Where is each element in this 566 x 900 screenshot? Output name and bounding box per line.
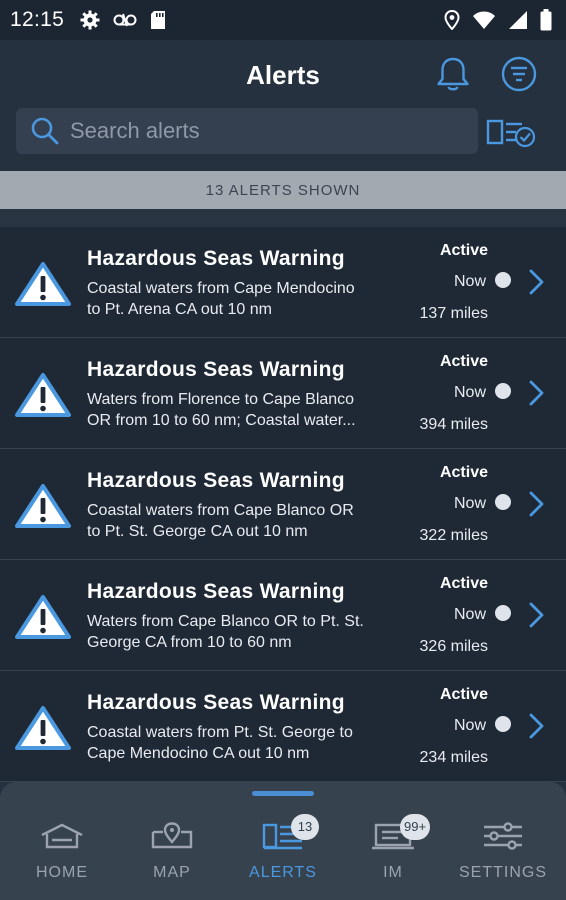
warning-triangle-icon	[15, 484, 71, 528]
chevron-right-icon	[529, 380, 544, 406]
alert-time: Now	[453, 384, 486, 401]
alert-description: Coastal waters from Cape Blanco OR to Pt.…	[87, 500, 407, 542]
alert-time: Now	[453, 606, 486, 623]
alert-distance: 137 miles	[419, 305, 488, 322]
warning-triangle-icon	[15, 262, 71, 306]
nav-label-im: IM	[383, 864, 403, 881]
signal-icon	[509, 11, 527, 29]
home-icon	[41, 823, 83, 849]
alert-row[interactable]: Hazardous Seas Warning Waters from Floren…	[0, 338, 566, 449]
alert-list: Hazardous Seas Warning Coastal waters fro…	[0, 227, 566, 782]
bell-icon	[437, 57, 469, 91]
location-icon	[444, 10, 460, 30]
battery-icon	[540, 9, 552, 31]
chevron-right-icon	[529, 713, 544, 739]
nav-tab-im[interactable]: 99+ IM	[338, 814, 448, 892]
im-badge: 99+	[400, 814, 431, 840]
nav-tab-settings[interactable]: SETTINGS	[448, 822, 558, 892]
notifications-button[interactable]	[433, 54, 473, 94]
warning-triangle-icon	[15, 595, 71, 639]
chevron-right-icon	[529, 602, 544, 628]
alert-description: Waters from Cape Blanco OR to Pt. St. Geo…	[87, 611, 407, 653]
sd-card-icon	[151, 11, 166, 29]
warning-triangle-icon	[15, 706, 71, 750]
search-box[interactable]	[16, 108, 478, 154]
alert-description: Coastal waters from Pt. St. George to Cap…	[87, 722, 407, 764]
alert-title: Hazardous Seas Warning	[87, 469, 345, 492]
alert-status: Active	[439, 242, 488, 259]
select-alerts-button[interactable]	[486, 115, 536, 149]
alert-description-line: Waters from Cape Blanco OR to Pt. St.	[87, 613, 364, 630]
status-right-icons	[444, 9, 552, 31]
alert-title: Hazardous Seas Warning	[87, 358, 345, 381]
alert-status: Active	[439, 686, 488, 703]
alert-status-dot	[495, 716, 511, 732]
nav-label-map: MAP	[153, 864, 191, 881]
alert-description-line: Coastal waters from Cape Mendocino	[87, 280, 355, 297]
alert-row[interactable]: Hazardous Seas Warning Coastal waters fro…	[0, 449, 566, 560]
alert-status-dot	[495, 494, 511, 510]
alert-title: Hazardous Seas Warning	[87, 247, 345, 270]
settings-sliders-icon	[484, 822, 522, 850]
wifi-icon	[473, 11, 495, 29]
nav-label-home: HOME	[36, 864, 88, 881]
alert-status: Active	[439, 575, 488, 592]
alert-description-line: to Pt. St. George CA out 10 nm	[87, 523, 308, 540]
alert-description-line: Cape Mendocino CA out 10 nm	[87, 745, 310, 762]
select-items-icon	[486, 119, 536, 148]
alert-description-line: Coastal waters from Cape Blanco OR	[87, 502, 354, 519]
alert-description-line: OR from 10 to 60 nm; Coastal water...	[87, 412, 356, 429]
alert-status: Active	[439, 353, 488, 370]
settings-gear-icon	[80, 10, 100, 30]
alert-time: Now	[453, 717, 486, 734]
alert-time: Now	[453, 273, 486, 290]
alert-distance: 234 miles	[419, 749, 488, 766]
status-time: 12:15	[10, 8, 65, 31]
chevron-right-icon	[529, 491, 544, 517]
alert-row[interactable]: Hazardous Seas Warning Coastal waters fro…	[0, 671, 566, 782]
alert-row[interactable]: Hazardous Seas Warning Waters from Cape B…	[0, 560, 566, 671]
alert-description-line: George CA from 10 to 60 nm	[87, 634, 292, 651]
alerts-count-banner: 13 ALERTS SHOWN	[0, 171, 566, 209]
alert-status: Active	[439, 464, 488, 481]
alert-description-line: Waters from Florence to Cape Blanco	[87, 391, 355, 408]
page-title: Alerts	[246, 60, 320, 90]
alert-description: Waters from Florence to Cape Blanco OR fr…	[87, 389, 407, 431]
nav-tab-map[interactable]: MAP	[117, 822, 227, 892]
nav-label-settings: SETTINGS	[458, 864, 547, 881]
alert-description-line: to Pt. Arena CA out 10 nm	[87, 301, 272, 318]
bottom-nav: HOME MAP 13 ALERTS 99+ IM SETTINGS	[0, 782, 566, 900]
nav-tab-alerts[interactable]: 13 ALERTS	[228, 814, 338, 892]
alert-row[interactable]: Hazardous Seas Warning Coastal waters fro…	[0, 227, 566, 338]
status-left-icons	[80, 10, 166, 30]
map-icon	[151, 822, 193, 849]
nav-tab-home[interactable]: HOME	[7, 822, 117, 892]
alerts-badge: 13	[291, 814, 319, 840]
chevron-right-icon	[529, 269, 544, 295]
filter-button[interactable]	[500, 54, 538, 94]
alert-distance: 326 miles	[419, 638, 488, 655]
alert-status-dot	[495, 272, 511, 288]
alert-status-dot	[495, 605, 511, 621]
warning-triangle-icon	[15, 373, 71, 417]
voicemail-icon	[113, 13, 137, 27]
alert-description: Coastal waters from Cape Mendocino to Pt.…	[87, 278, 407, 320]
app-header: Alerts	[0, 40, 566, 170]
nav-label-alerts: ALERTS	[249, 864, 317, 881]
alert-distance: 394 miles	[419, 416, 488, 433]
alert-title: Hazardous Seas Warning	[87, 691, 345, 714]
filter-icon	[501, 56, 537, 92]
alert-status-dot	[495, 383, 511, 399]
search-input[interactable]	[70, 118, 450, 144]
alert-time: Now	[453, 495, 486, 512]
alert-description-line: Coastal waters from Pt. St. George to	[87, 724, 353, 741]
alert-title: Hazardous Seas Warning	[87, 580, 345, 603]
banner-spacer	[0, 209, 566, 227]
status-bar: 12:15	[0, 0, 566, 40]
search-icon	[31, 117, 59, 145]
nav-drag-handle[interactable]	[252, 791, 314, 796]
alert-distance: 322 miles	[419, 527, 488, 544]
